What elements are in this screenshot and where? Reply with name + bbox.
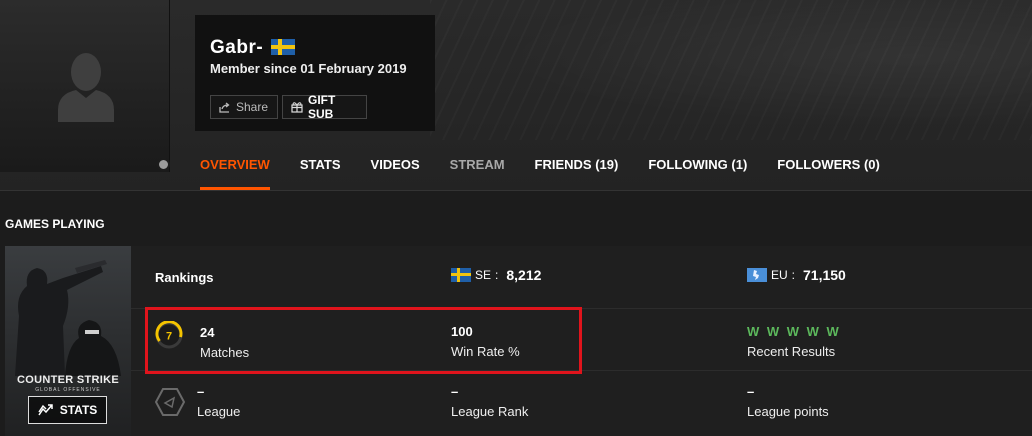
league-rank-value: – <box>451 384 459 399</box>
csgo-cover[interactable]: COUNTER STRIKE GLOBAL OFFENSIVE STATS <box>5 246 131 436</box>
matches-label: Matches <box>200 345 250 360</box>
game-stats-button[interactable]: STATS <box>28 396 107 424</box>
share-icon <box>219 101 230 113</box>
matches-value: 24 <box>200 325 215 340</box>
games-playing-title: GAMES PLAYING <box>5 217 105 231</box>
tab-following[interactable]: FOLLOWING (1) <box>633 140 762 190</box>
se-rank-value: 8,212 <box>506 267 542 283</box>
recent-results: W W W W W <box>747 324 841 339</box>
league-points-label: League points <box>747 404 829 419</box>
member-since: Member since 01 February 2019 <box>210 61 407 76</box>
game-panel: COUNTER STRIKE GLOBAL OFFENSIVE STATS Ra… <box>5 246 1032 436</box>
tab-stream[interactable]: STREAM <box>435 140 520 190</box>
nav-divider <box>0 190 1032 191</box>
se-separator: : <box>495 268 499 282</box>
eu-label: EU <box>771 268 788 282</box>
profile-nav: OVERVIEW STATS VIDEOS STREAM FRIENDS (19… <box>185 140 895 190</box>
league-label: League <box>197 404 241 419</box>
soldiers-artwork <box>15 260 121 376</box>
gift-icon <box>291 102 303 113</box>
game-subtitle: GLOBAL OFFENSIVE <box>35 387 101 393</box>
recent-results-label: Recent Results <box>747 344 836 359</box>
league-points-value: – <box>747 384 755 399</box>
sweden-flag-icon <box>451 268 471 282</box>
game-title: COUNTER STRIKE <box>17 374 119 386</box>
europe-map-icon <box>747 268 767 282</box>
sweden-flag-icon <box>271 39 295 55</box>
winrate-label: Win Rate % <box>451 344 520 359</box>
share-button[interactable]: Share <box>210 95 278 119</box>
se-label: SE <box>475 268 492 282</box>
online-status-indicator <box>157 158 170 171</box>
default-avatar-icon <box>58 53 114 122</box>
tab-stats[interactable]: STATS <box>285 140 356 190</box>
tab-friends[interactable]: FRIENDS (19) <box>520 140 634 190</box>
skill-level-value: 7 <box>166 331 172 343</box>
share-label: Share <box>236 100 269 114</box>
league-badge-icon <box>155 388 185 416</box>
rankings-label: Rankings <box>155 270 214 285</box>
winrate-value: 100 <box>451 324 473 339</box>
eu-ranking: EU : 71,150 <box>747 267 846 283</box>
game-stats-label: STATS <box>59 403 98 417</box>
tab-overview[interactable]: OVERVIEW <box>185 140 285 190</box>
rankings-row: Rankings SE : 8,212 EU : 71,150 <box>131 246 1032 308</box>
nickname: Gabr- <box>210 37 264 58</box>
league-row: – League – League Rank – League points <box>131 370 1032 436</box>
avatar <box>0 0 170 172</box>
gift-sub-label: GIFT SUB <box>308 93 336 121</box>
eu-rank-value: 71,150 <box>803 267 846 283</box>
tab-videos[interactable]: VIDEOS <box>356 140 435 190</box>
trend-chart-icon <box>38 404 53 416</box>
eu-separator: : <box>791 268 796 282</box>
header-background <box>430 0 1032 140</box>
se-ranking: SE : 8,212 <box>451 267 541 283</box>
league-value: – <box>197 384 205 399</box>
skill-level-icon: 7 <box>155 321 183 349</box>
tab-followers[interactable]: FOLLOWERS (0) <box>762 140 895 190</box>
gift-sub-button[interactable]: GIFT SUB <box>282 93 367 121</box>
profile-card: Gabr- Member since 01 February 2019 Shar… <box>195 15 435 131</box>
stats-row: 7 24 Matches 100 Win Rate % W W W W W Re… <box>131 308 1032 370</box>
league-rank-label: League Rank <box>451 404 529 419</box>
